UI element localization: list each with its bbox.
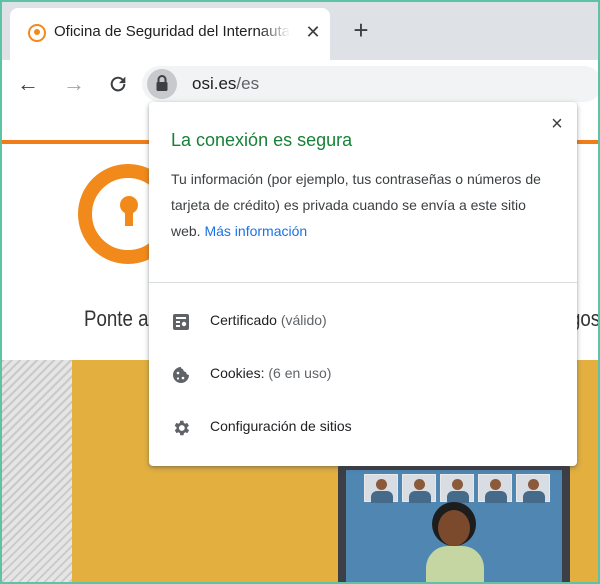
new-tab-button[interactable]: + [348,17,374,44]
site-info-button[interactable] [147,69,177,99]
site-settings-item[interactable]: Configuración de sitios [149,408,577,448]
tab-active[interactable]: Oficina de Seguridad del Internauta ✕ [10,8,330,60]
back-arrow-icon[interactable]: ← [16,72,40,96]
address-bar[interactable]: osi.es/es [142,66,598,102]
keyhole-icon [120,196,138,226]
participant-tile [364,474,398,503]
connection-description: Tu información (por ejemplo, tus contras… [171,166,551,244]
person-body [426,546,484,582]
site-info-popup: × La conexión es segura Tu información (… [149,102,577,466]
site-favicon-icon [28,24,46,42]
hero-illustration [338,462,570,582]
hero-pattern [2,360,72,582]
site-settings-label: Configuración de sitios [210,418,352,434]
connection-status-title: La conexión es segura [171,130,353,150]
reload-icon[interactable] [106,72,130,96]
tab-title: Oficina de Seguridad del Internauta [54,23,290,40]
participant-tile [402,474,436,503]
tab-strip: Oficina de Seguridad del Internauta ✕ + [2,2,598,60]
close-icon[interactable]: × [547,114,567,134]
forward-arrow-icon[interactable]: → [62,72,86,96]
participant-tile [516,474,550,503]
person-face [438,510,470,546]
certificate-title: Certificado [210,312,277,328]
lock-icon [156,75,168,91]
certificate-icon [173,314,189,330]
browser-window: Oficina de Seguridad del Internauta ✕ + … [0,0,600,584]
gear-icon [174,420,190,436]
cookies-count: (6 en uso) [268,365,332,381]
cookies-item[interactable]: Cookies: (6 en uso) [149,355,577,395]
popup-divider [149,282,577,283]
more-info-link[interactable]: Más información [204,223,307,239]
cookies-title: Cookies: [210,365,265,381]
video-call-screen [346,470,562,582]
cookie-icon [173,367,189,383]
certificate-status: (válido) [280,312,327,328]
url-text[interactable]: osi.es/es [192,74,259,94]
cookies-label: Cookies: (6 en uso) [210,365,331,381]
certificate-label: Certificado (válido) [210,312,327,328]
url-domain: osi.es [192,74,237,93]
url-path: /es [236,74,260,93]
certificate-item[interactable]: Certificado (válido) [149,302,577,342]
tagline-left: Ponte a [84,306,149,331]
tab-close-icon[interactable]: ✕ [302,21,324,43]
toolbar: ← → osi.es/es [2,60,598,108]
participant-tile [440,474,474,503]
participant-tile [478,474,512,503]
